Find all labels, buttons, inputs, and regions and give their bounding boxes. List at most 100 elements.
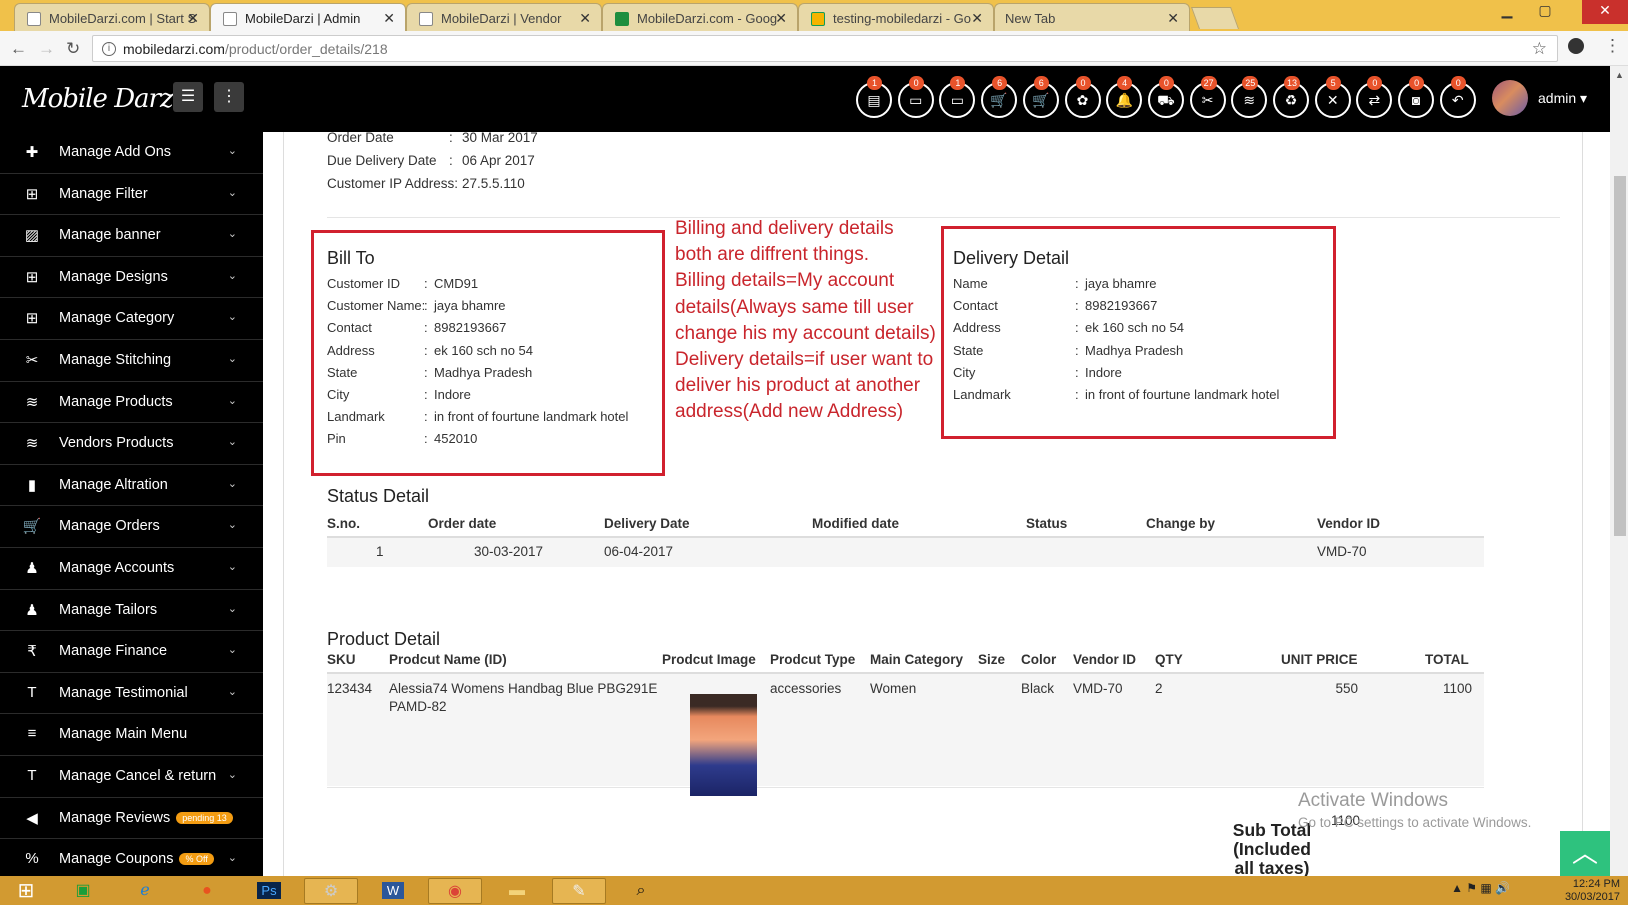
sitemap-icon: ⊞ (25, 310, 39, 328)
tray-icons[interactable]: ▲ ⚑ ▦ 🔊 (1451, 882, 1510, 895)
sidebar-item-manage-orders[interactable]: 🛒 Manage Orders ⌄ (0, 506, 263, 548)
exchange-notification-button[interactable]: ⇄ 0 (1356, 76, 1393, 118)
sidebar-item-manage-reviews[interactable]: ◀ Manage Reviews pending 13 (0, 798, 263, 840)
reload-icon[interactable]: ↻ (66, 39, 80, 59)
sidebar-item-label: Manage Reviews (59, 809, 171, 826)
status-column-header: Status (1026, 516, 1068, 531)
back-icon[interactable]: ← (10, 39, 27, 59)
browser-tab[interactable]: MobileDarzi | Vendor ✕ (406, 3, 602, 31)
browser-tab[interactable]: New Tab ✕ (994, 3, 1190, 31)
firefox-icon[interactable]: ● (180, 878, 234, 904)
page-scrollbar[interactable]: ▲ (1610, 66, 1628, 876)
sidebar-item-manage-accounts[interactable]: ♟ Manage Accounts ⌄ (0, 548, 263, 590)
start-icon[interactable]: ⊞ (6, 878, 46, 904)
product-image[interactable] (690, 694, 757, 796)
close-tab-icon[interactable]: ✕ (383, 10, 395, 27)
id-card-alt-icon: ▭ (950, 92, 964, 108)
photoshop-icon[interactable]: Ps (242, 878, 296, 904)
sidebar-item-manage-stitching[interactable]: ✂ Manage Stitching ⌄ (0, 340, 263, 382)
scroll-to-top-button[interactable]: ︿ (1560, 831, 1610, 876)
sidebar-item-vendors-products[interactable]: ≋ Vendors Products ⌄ (0, 423, 263, 465)
store-icon[interactable]: ▣ (56, 878, 110, 904)
camera-notification-button[interactable]: ◙ 0 (1398, 76, 1435, 118)
admin-header: Mobile Darzi ☰ ⋮ ▤ 1 ▭ 0 ▭ 1 🛒 6 🛒 6 ✿ 0 🔔 4 ⛟ 0 ✂ 27 ≋ 25 ♻… (0, 66, 1610, 132)
cart-notification-button[interactable]: 🛒 6 (981, 76, 1018, 118)
notification-count-badge: 0 (1158, 76, 1174, 90)
product-name-line2-cell: PAMD-82 (389, 699, 447, 714)
word-icon[interactable]: W (366, 878, 420, 904)
more-menu-button[interactable]: ⋮ (214, 82, 244, 112)
chevron-down-icon: ⌄ (227, 436, 237, 449)
product-category-cell: Women (870, 681, 917, 696)
sidebar-item-manage-coupons[interactable]: % Manage Coupons % Off ⌄ (0, 839, 263, 876)
bell-notification-button[interactable]: 🔔 4 (1106, 76, 1143, 118)
close-tab-icon[interactable]: ✕ (579, 10, 591, 27)
rupee-icon: ₹ (27, 643, 37, 661)
chrome-icon[interactable]: ◉ (428, 878, 482, 904)
address-bar: ← → ↻ i mobiledarzi.com/product/order_de… (0, 31, 1628, 66)
minimize-button[interactable]: ▁ (1488, 0, 1526, 24)
id-card-alt-notification-button[interactable]: ▭ 1 (939, 76, 976, 118)
sidebar-item-manage-banner[interactable]: ▨ Manage banner ⌄ (0, 215, 263, 257)
sidebar-item-label: Manage Filter (59, 185, 148, 202)
close-window-button[interactable]: ✕ (1582, 0, 1628, 24)
database-icon: ≋ (1243, 92, 1256, 108)
scrollbar-thumb[interactable] (1614, 176, 1626, 536)
sitemap-icon: ⊞ (25, 268, 39, 286)
sidebar-item-manage-category[interactable]: ⊞ Manage Category ⌄ (0, 298, 263, 340)
sidebar-item-manage-filter[interactable]: ⊞ Manage Filter ⌄ (0, 174, 263, 216)
close-tab-icon[interactable]: ✕ (187, 10, 199, 27)
browser-tab[interactable]: testing-mobiledarzi - Go ✕ (798, 3, 994, 31)
id-card-notification-button[interactable]: ▭ 0 (897, 76, 934, 118)
notepad-app-icon[interactable]: ✎ (552, 878, 606, 904)
reply-notification-button[interactable]: ↶ 0 (1439, 76, 1476, 118)
chevron-down-icon: ⌄ (227, 519, 237, 532)
sidebar-item-label: Manage Finance (59, 643, 168, 660)
url-input[interactable]: i mobiledarzi.com/product/order_details/… (92, 35, 1558, 62)
new-tab-button[interactable] (1190, 7, 1240, 29)
menu-dots-icon[interactable]: ⋮ (1604, 36, 1621, 56)
file-explorer-icon[interactable]: ▬ (490, 878, 544, 904)
extension-icon[interactable] (1568, 38, 1584, 54)
avatar[interactable] (1492, 80, 1528, 116)
close-tab-icon[interactable]: ✕ (775, 10, 787, 27)
notification-count-badge: 0 (1409, 76, 1425, 90)
browser-tab[interactable]: MobileDarzi.com | Start S ✕ (14, 3, 210, 31)
recycle-notification-button[interactable]: ♻ 13 (1273, 76, 1309, 118)
magnifier-icon[interactable]: ⌕ (614, 878, 668, 904)
close-tab-icon[interactable]: ✕ (971, 10, 983, 27)
notification-count-badge: 27 (1200, 76, 1217, 90)
sidebar-item-manage-altration[interactable]: ▮ Manage Altration ⌄ (0, 465, 263, 507)
sidebar-item-manage-products[interactable]: ≋ Manage Products ⌄ (0, 382, 263, 424)
scissors-notification-button[interactable]: ✂ 27 (1189, 76, 1226, 118)
sidebar-item-manage-finance[interactable]: ₹ Manage Finance ⌄ (0, 631, 263, 673)
gift-notification-button[interactable]: ✿ 0 (1064, 76, 1101, 118)
sidebar-item-manage-designs[interactable]: ⊞ Manage Designs ⌄ (0, 257, 263, 299)
database-notification-button[interactable]: ≋ 25 (1231, 76, 1268, 118)
sidebar-item-manage-tailors[interactable]: ♟ Manage Tailors ⌄ (0, 590, 263, 632)
sidebar-toggle-button[interactable]: ☰ (173, 82, 203, 112)
status-cell: 30-03-2017 (474, 544, 544, 559)
forward-icon[interactable]: → (38, 39, 55, 59)
truck-notification-button[interactable]: ⛟ 0 (1147, 76, 1184, 118)
product-name-line1-cell: Alessia74 Womens Handbag Blue PBG291E (389, 681, 658, 696)
close-tab-icon[interactable]: ✕ (1167, 10, 1179, 27)
logo[interactable]: Mobile Darzi (22, 84, 181, 114)
settings-app-icon[interactable]: ⚙ (304, 878, 358, 904)
close-notification-button[interactable]: ✕ 5 (1314, 76, 1351, 118)
maximize-button[interactable]: ▢ (1526, 0, 1564, 24)
ie-icon[interactable]: ℯ (118, 878, 172, 904)
cart-alt-notification-button[interactable]: 🛒 6 (1022, 76, 1059, 118)
sidebar-item-manage-testimonial[interactable]: T Manage Testimonial ⌄ (0, 673, 263, 715)
sitemap-icon: ⊞ (25, 185, 39, 203)
bookmark-star-icon[interactable]: ☆ (1532, 39, 1547, 59)
browser-tab[interactable]: MobileDarzi | Admin ✕ (210, 3, 406, 31)
sidebar-item-manage-cancel-return[interactable]: T Manage Cancel & return ⌄ (0, 756, 263, 798)
sidebar-item-manage-main-menu[interactable]: ≡ Manage Main Menu (0, 714, 263, 756)
notepad-notification-button[interactable]: ▤ 1 (856, 76, 892, 118)
status-column-header: S.no. (327, 516, 360, 531)
info-icon[interactable]: i (102, 42, 116, 56)
admin-menu[interactable]: admin ▾ (1538, 90, 1587, 107)
browser-tab[interactable]: MobileDarzi.com - Goog ✕ (602, 3, 798, 31)
sidebar-item-manage-add-ons[interactable]: ✚ Manage Add Ons ⌄ (0, 132, 263, 174)
